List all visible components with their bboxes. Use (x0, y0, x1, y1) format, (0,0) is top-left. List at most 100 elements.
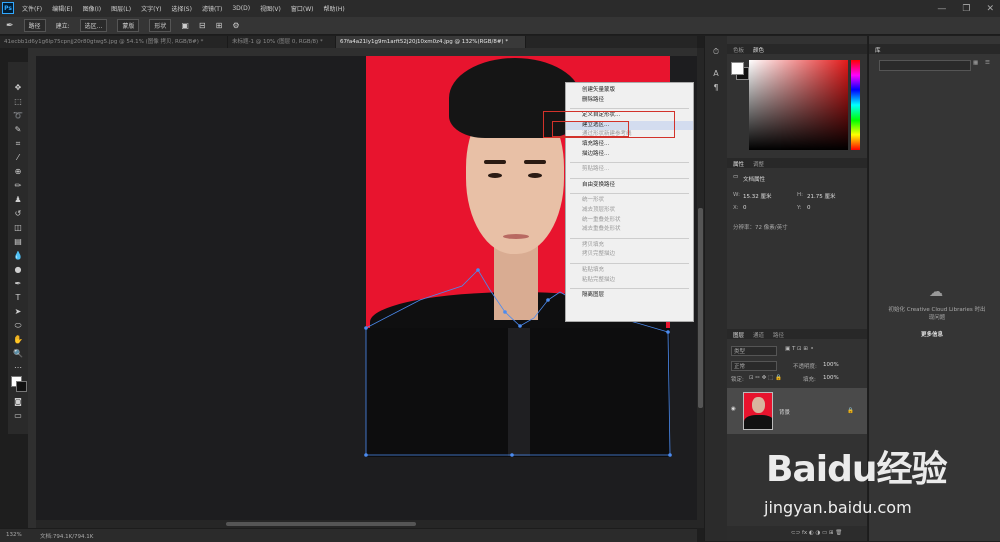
tab-layers[interactable]: 图层 (733, 331, 744, 339)
zoom-level[interactable]: 132% (6, 532, 22, 538)
menu-item[interactable]: 文字(Y) (141, 4, 161, 13)
menu-item[interactable]: 图像(I) (83, 4, 101, 13)
make-mask-button[interactable]: 蒙版 (117, 19, 140, 32)
paragraph-icon[interactable]: ¶ (710, 82, 722, 94)
opacity-value[interactable]: 100% (823, 362, 839, 368)
path-operations-icon[interactable]: ▣ (181, 21, 189, 30)
hand-tool-icon[interactable]: ✋ (12, 334, 24, 346)
marquee-tool-icon[interactable]: ⬚ (12, 96, 24, 108)
quick-select-tool-icon[interactable]: ✎ (12, 124, 24, 136)
context-menu-item[interactable]: 描边路径... (582, 150, 609, 159)
layer-filter-icons[interactable]: ▣ T ⊡ ⊞ ⚬ (785, 346, 814, 352)
make-shape-button[interactable]: 形状 (149, 19, 172, 32)
path-arrangement-icon[interactable]: ⊞ (216, 21, 223, 30)
library-search-input[interactable] (879, 60, 971, 71)
menu-list: 文件(F) 编辑(E) 图像(I) 图层(L) 文字(Y) 选择(S) 滤镜(T) 3D(D)… (22, 0, 345, 17)
lock-icons[interactable]: ⊡ ✏ ✥ ⬚ 🔒 (749, 375, 782, 381)
menu-item[interactable]: 文件(F) (22, 4, 42, 13)
properties-title: 文档属性 (743, 177, 766, 183)
gear-icon[interactable]: ⚙ (232, 21, 239, 30)
eyedropper-tool-icon[interactable]: ⁄ (12, 152, 24, 164)
menu-item[interactable]: 窗口(W) (291, 4, 314, 13)
brush-tool-icon[interactable]: ✏ (12, 180, 24, 192)
character-icon[interactable]: A (710, 68, 722, 80)
eraser-tool-icon[interactable]: ◫ (12, 222, 24, 234)
properties-panel-header: 属性 调整 (727, 158, 867, 168)
menu-item[interactable]: 视图(V) (260, 4, 281, 13)
minimize-icon[interactable]: — (937, 4, 946, 14)
gradient-tool-icon[interactable]: ▤ (12, 236, 24, 248)
close-icon[interactable]: ✕ (986, 4, 994, 14)
history-icon[interactable]: ⏱ (710, 46, 722, 58)
lasso-tool-icon[interactable]: ➰ (12, 110, 24, 122)
width-value[interactable]: 15.32 厘米 (743, 192, 772, 200)
vertical-scrollbar[interactable] (697, 48, 704, 528)
tab-document-2[interactable]: 未标题-1 @ 10% (图层 0, RGB/8) * (228, 36, 336, 48)
layer-name[interactable]: 背景 (779, 408, 790, 416)
maximize-icon[interactable]: ❐ (962, 4, 970, 14)
zoom-tool-icon[interactable]: 🔍 (12, 348, 24, 360)
stamp-tool-icon[interactable]: ♟ (12, 194, 24, 206)
visibility-eye-icon[interactable]: ◉ (731, 406, 736, 412)
crop-tool-icon[interactable]: ⌗ (12, 138, 24, 150)
move-tool-icon[interactable]: ✥ (12, 82, 24, 94)
list-view-icon[interactable]: ☰ (985, 60, 990, 66)
context-menu-item[interactable]: 填充路径... (582, 140, 609, 149)
menu-item[interactable]: 选择(S) (171, 4, 192, 13)
screen-mode-icon[interactable]: ▭ (12, 410, 24, 422)
status-bar: 132% 文档:794.1K/794.1K (0, 528, 697, 542)
menu-item[interactable]: 编辑(E) (52, 4, 72, 13)
more-info-link[interactable]: 更多信息 (921, 330, 943, 338)
tab-channels[interactable]: 通道 (753, 331, 764, 339)
type-tool-icon[interactable]: T (12, 292, 24, 304)
context-menu-item[interactable]: 隔离图层 (582, 291, 604, 300)
layer-filter-select[interactable]: 类型 (731, 346, 777, 356)
tab-properties[interactable]: 属性 (733, 160, 744, 168)
pen-tool-icon[interactable]: ✒ (6, 21, 14, 31)
fill-value[interactable]: 100% (823, 375, 839, 381)
tab-paths[interactable]: 路径 (773, 331, 784, 339)
x-value[interactable]: 0 (743, 205, 747, 211)
tool-mode-select[interactable]: 路径 (23, 19, 46, 32)
context-menu-item[interactable]: 删除路径 (582, 96, 604, 105)
quick-mask-icon[interactable]: ◙ (12, 396, 24, 408)
path-select-tool-icon[interactable]: ➤ (12, 306, 24, 318)
height-value[interactable]: 21.75 厘米 (807, 192, 836, 200)
foreground-color-chip[interactable] (731, 62, 744, 75)
tab-adjustments[interactable]: 调整 (753, 160, 764, 168)
more-tools-icon[interactable]: ⋯ (12, 362, 24, 374)
blend-mode-select[interactable]: 正常 (731, 361, 777, 371)
hue-slider[interactable] (851, 60, 860, 150)
horizontal-scrollbar[interactable] (36, 520, 697, 528)
background-color-swatch[interactable] (16, 381, 27, 392)
menu-item[interactable]: 图层(L) (111, 4, 131, 13)
tab-document-1[interactable]: 41ecbb1d6y1g6lp75cpnjj20r80gtwg5.jpg @ 5… (0, 36, 228, 48)
shape-tool-icon[interactable]: ⬭ (12, 320, 24, 332)
document-icon: ▭ (733, 174, 739, 180)
context-menu-item[interactable]: 自由变换路径 (582, 181, 615, 190)
menu-separator (570, 177, 689, 179)
context-menu-item: 拷贝填充 (582, 241, 605, 248)
menu-item[interactable]: 3D(D) (232, 5, 250, 12)
tab-document-3[interactable]: 67fa4a21ly1g9m1arft52j20j10xm0z4.jpg @ 1… (336, 36, 526, 48)
menu-item[interactable]: 帮助(H) (324, 4, 345, 13)
path-alignment-icon[interactable]: ⊟ (199, 21, 206, 30)
tab-libraries[interactable]: 库 (875, 46, 881, 54)
make-selection-button[interactable]: 选区... (79, 19, 108, 32)
menu-item[interactable]: 滤镜(T) (202, 4, 222, 13)
library-error-message: 初始化 Creative Cloud Libraries 时出现问题 (888, 307, 986, 321)
context-menu-item: 粘贴填充 (582, 267, 605, 273)
context-menu-item[interactable]: 创建矢量蒙版 (582, 86, 615, 95)
y-value[interactable]: 0 (807, 205, 811, 211)
menu-separator (570, 263, 689, 264)
blur-tool-icon[interactable]: 💧 (12, 250, 24, 262)
healing-tool-icon[interactable]: ⊕ (12, 166, 24, 178)
tab-swatches[interactable]: 色板 (733, 46, 744, 54)
layer-row-background[interactable]: ◉ 背景 🔒 (727, 388, 867, 434)
dodge-tool-icon[interactable]: ● (12, 264, 24, 276)
tab-color[interactable]: 颜色 (753, 46, 764, 54)
grid-view-icon[interactable]: ▦ (973, 60, 978, 66)
pen-tool-icon[interactable]: ✒ (12, 278, 24, 290)
color-field[interactable] (749, 60, 848, 150)
history-brush-icon[interactable]: ↺ (12, 208, 24, 220)
